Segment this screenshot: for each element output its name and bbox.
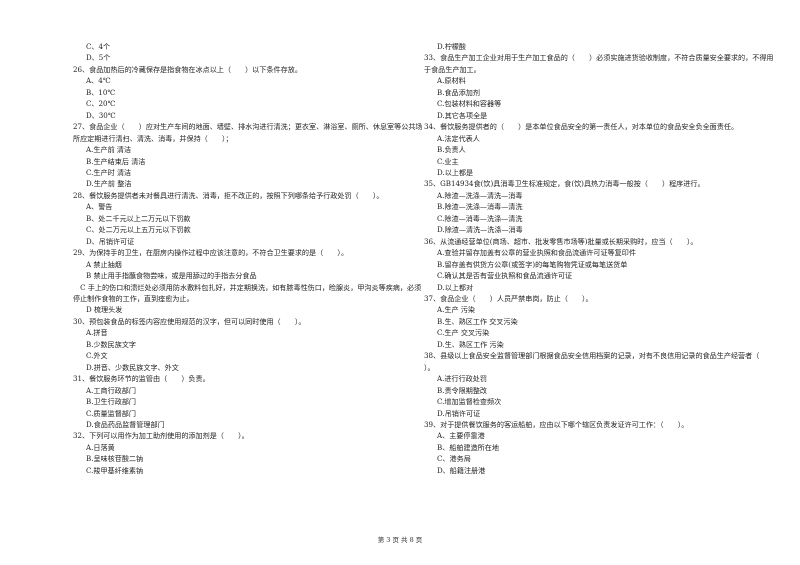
answer-option: D.生产前 整洁 [86, 179, 132, 189]
answer-option: A.生产 污染 [437, 305, 476, 315]
answer-option: D.食品药品监督管理部门 [86, 419, 165, 429]
answer-option: C.外文 [86, 351, 108, 361]
answer-option: A.查验并留存加盖有公章的营业执照和食品流通许可证等复印件 [437, 248, 636, 258]
question-block: C、4个 D、5个 [73, 41, 423, 64]
question-stem: 26、食品加热后的冷藏保存是指食物在冰点以上（ ）以下条件存放。 [73, 64, 302, 74]
answer-option: D.以上都对 [437, 282, 474, 292]
answer-option: B.负责人 [437, 145, 466, 155]
question-block: 32、下列可以用作为加工助剂使用的添加剂是（ ）。 A.日落黄 B.呈味核苷酸二钠 C… [73, 430, 423, 476]
answer-option: B.责令限期整改 [437, 385, 488, 395]
answer-option: C、4个 [86, 42, 111, 51]
question-block: C 手上的伤口和溃烂处必须用防水敷料包扎好，并定期换洗，如有脓毒性伤口，睑腺炎，… [73, 282, 423, 316]
question-stem: C 手上的伤口和溃烂处必须用防水敷料包扎好，并定期换洗，如有脓毒性伤口，睑腺炎，… [73, 282, 422, 303]
answer-option: D.吊销许可证 [437, 408, 481, 418]
answer-option: C.除渣—消毒—洗涤—清洗 [437, 213, 523, 223]
answer-option: C、处二万元以上五万元以下罚款 [86, 225, 191, 235]
question-stem: 35、GB14934食(饮)具消毒卫生标准规定，食(饮)具热力消毒一般按（ ）程… [424, 179, 705, 189]
answer-option: C.确认其是否有营业执照和食品流通许可证 [437, 271, 573, 281]
answer-option: B、10℃ [86, 87, 116, 97]
right-column: D.柠檬酸 33、食品生产加工企业对用于生产加工食品的（ ）必须实施进货验收制度，… [424, 41, 774, 476]
answer-option: C、港务局 [437, 454, 471, 464]
answer-option: D、吊销许可证 [86, 236, 135, 246]
answer-option: A.拼音 [86, 328, 108, 338]
answer-option: C.生产 交叉污染 [437, 328, 490, 338]
answer-option: C.业主 [437, 156, 459, 166]
answer-option: D.拼音、少数民族文字、外文 [86, 362, 179, 372]
question-stem: 37、食品企业（ ）人员严禁串岗，防止（ ）。 [424, 293, 593, 303]
answer-option: D.以上都是 [437, 167, 474, 177]
answer-option: D 梳理头发 [86, 305, 123, 315]
question-stem: 29、为保持手的卫生，在厨房内操作过程中应该注意的，不符合卫生要求的是（ ）。 [73, 248, 349, 258]
answer-option: A、主要停靠港 [437, 431, 485, 441]
question-block: 33、食品生产加工企业对用于生产加工食品的（ ）必须实施进货验收制度，不符合质量… [424, 52, 774, 121]
answer-option: A.进行行政处罚 [437, 374, 487, 384]
page-footer: 第 3 页 共 8 页 [377, 536, 423, 544]
answer-option: B.卫生行政部门 [86, 397, 137, 407]
answer-option: D.柠檬酸 [437, 42, 466, 51]
question-stem: 31、餐饮服务环节的监管由（ ）负责。 [73, 374, 210, 384]
answer-option: B.生产结束后 清洁 [86, 156, 146, 166]
answer-option: B.除渣—洗涤—消毒—清洗 [437, 202, 523, 212]
answer-option: C.增加监督检查频次 [437, 397, 502, 407]
question-stem: 36、从流通经营单位(商场、超市、批发零售市场等)批量或长期采购时，应当（ ）。 [424, 236, 698, 246]
question-stem: 39、对于提供餐饮服务的客运船舶，应由以下哪个辖区负责发证许可工作：（ ）。 [424, 419, 689, 429]
answer-option: A 禁止抽烟 [86, 259, 122, 269]
question-stem: 32、下列可以用作为加工助剂使用的添加剂是（ ）。 [73, 431, 249, 441]
question-block: 30、预包装食品的标签内容应使用规范的汉字，但可以同时使用（ ）。 A.拼音 B.少… [73, 316, 423, 373]
answer-option: B.少数民族文字 [86, 339, 137, 349]
answer-option: B 禁止用手指蘸食物尝味，或是用舔过的手指去分食品 [86, 271, 257, 281]
answer-option: B.生、熟区工作 交叉污染 [437, 316, 518, 326]
answer-option: D、5个 [86, 53, 111, 63]
answer-option: A.法定代表人 [437, 133, 480, 143]
left-column: C、4个 D、5个 26、食品加热后的冷藏保存是指食物在冰点以上（ ）以下条件存放。… [73, 41, 423, 476]
question-block: 27、食品企业（ ）应对生产车间的地面、墙壁、排水沟进行清洗；更衣室、淋浴室、厕… [73, 121, 423, 190]
answer-option: D.其它各项全是 [437, 110, 488, 120]
question-stem: 38、县级以上食品安全监督管理部门根据食品安全信用档案的记录，对有不良信用记录的… [424, 351, 774, 372]
answer-option: B.呈味核苷酸二钠 [86, 454, 144, 464]
question-stem: 33、食品生产加工企业对用于生产加工食品的（ ）必须实施进货验收制度，不符合质量… [424, 53, 774, 74]
answer-option: C.羧甲基纤维素钠 [86, 465, 144, 475]
answer-option: A.工商行政部门 [86, 385, 136, 395]
question-stem: 30、预包装食品的标签内容应使用规范的汉字，但可以同时使用（ ）。 [73, 316, 306, 326]
question-block: 31、餐饮服务环节的监管由（ ）负责。 A.工商行政部门 B.卫生行政部门 C.质量监… [73, 373, 423, 430]
answer-option: A、警告 [86, 202, 113, 212]
question-block: D.柠檬酸 [424, 41, 774, 52]
question-block: 34、餐饮服务提供者的（ ）是本单位食品安全的第一责任人，对本单位的食品安全负全… [424, 121, 774, 178]
answer-option: C、20℃ [86, 99, 116, 109]
answer-option: A.日落黄 [86, 442, 115, 452]
answer-option: B、处二千元以上二万元以下罚款 [86, 213, 191, 223]
answer-option: C.包装材料和容器等 [437, 99, 502, 109]
question-block: 37、食品企业（ ）人员严禁串岗，防止（ ）。 A.生产 污染 B.生、熟区工作 交… [424, 293, 774, 350]
question-stem: 34、餐饮服务提供者的（ ）是本单位食品安全的第一责任人，对本单位的食品安全负全… [424, 122, 739, 132]
question-stem: 27、食品企业（ ）应对生产车间的地面、墙壁、排水沟进行清洗；更衣室、淋浴室、厕… [73, 122, 423, 143]
question-block: 38、县级以上食品安全监督管理部门根据食品安全信用档案的记录，对有不良信用记录的… [424, 350, 774, 419]
answer-option: A.原材料 [437, 76, 466, 86]
question-block: 26、食品加热后的冷藏保存是指食物在冰点以上（ ）以下条件存放。 A、4℃ B、10… [73, 64, 423, 121]
question-block: 39、对于提供餐饮服务的客运船舶，应由以下哪个辖区负责发证许可工作：（ ）。 A、… [424, 419, 774, 476]
answer-option: B.留存盖有供货方公章(或签字)的每笔购物凭证或每笔送货单 [437, 259, 628, 269]
answer-option: B.食品添加剂 [437, 87, 480, 97]
question-block: 36、从流通经营单位(商场、超市、批发零售市场等)批量或长期采购时，应当（ ）。… [424, 236, 774, 293]
answer-option: A、4℃ [86, 76, 111, 86]
answer-option: A.生产前 清洁 [86, 145, 132, 155]
answer-option: B、船舶建造所在地 [437, 442, 499, 452]
question-block: 29、为保持手的卫生，在厨房内操作过程中应该注意的，不符合卫生要求的是（ ）。 A… [73, 247, 423, 281]
answer-option: C.质量监督部门 [86, 408, 136, 418]
answer-option: D、船籍注册港 [437, 465, 486, 475]
question-block: 35、GB14934食(饮)具消毒卫生标准规定，食(饮)具热力消毒一般按（ ）程… [424, 178, 774, 235]
question-stem: 28、餐饮服务提供者未对餐具进行清洗、消毒，拒不改正的，按照下列哪条给予行政处罚… [73, 190, 384, 200]
answer-option: A.除渣—洗涤—清洗—消毒 [437, 190, 523, 200]
answer-option: C.生产时 清洁 [86, 167, 132, 177]
answer-option: D、30℃ [86, 110, 116, 120]
question-block: 28、餐饮服务提供者未对餐具进行清洗、消毒，拒不改正的，按照下列哪条给予行政处罚… [73, 190, 423, 247]
answer-option: D.生、熟区工作 污染 [437, 339, 504, 349]
answer-option: D.除渣—清洗—洗涤—消毒 [437, 225, 523, 235]
